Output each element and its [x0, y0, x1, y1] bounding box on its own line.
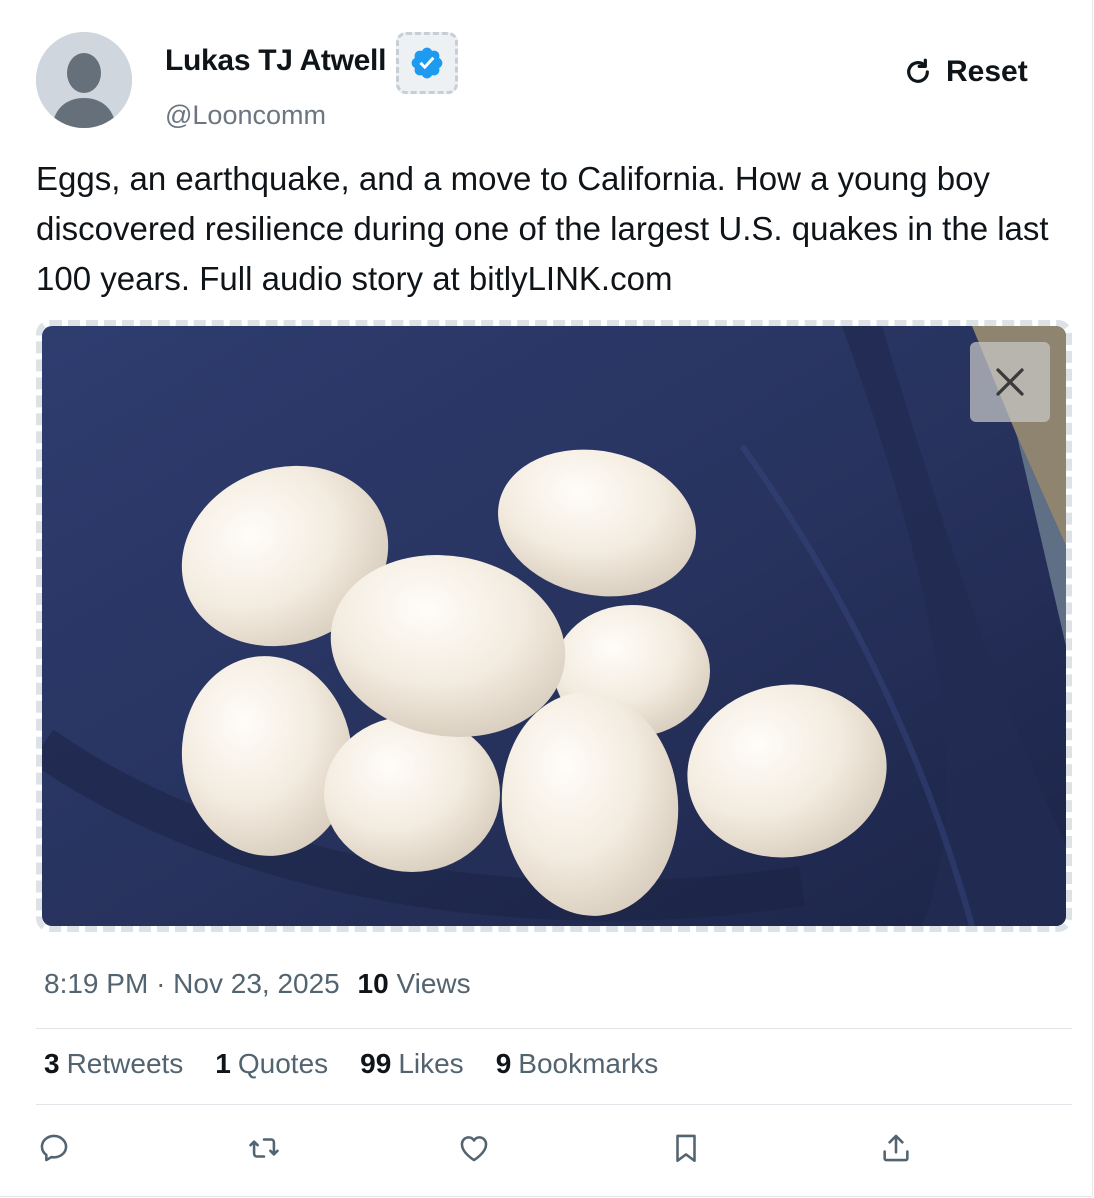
- like-icon: [460, 1136, 488, 1162]
- stat-count: 9: [495, 1048, 512, 1079]
- stat-label: Likes: [398, 1048, 464, 1079]
- like-button[interactable]: [452, 1126, 496, 1170]
- tweet-date[interactable]: Nov 23, 2025: [173, 968, 340, 999]
- tweet-meta: 8:19 PM · Nov 23, 2025 10 Views: [44, 968, 471, 1000]
- stat-count: 1: [215, 1048, 231, 1079]
- reset-label: Reset: [946, 55, 1028, 88]
- share-icon: [883, 1134, 909, 1162]
- reply-icon: [40, 1134, 68, 1162]
- remove-media-button[interactable]: [970, 342, 1050, 422]
- stat-bookmarks[interactable]: 9 Bookmarks: [496, 1048, 659, 1080]
- reply-button[interactable]: [32, 1126, 76, 1170]
- divider: [36, 1028, 1072, 1029]
- retweet-icon: [249, 1138, 279, 1158]
- stat-likes[interactable]: 99 Likes: [360, 1048, 464, 1080]
- verified-check-icon: [411, 47, 443, 79]
- tweet-card: Lukas TJ Atwell @Looncomm Reset Eggs, an…: [0, 0, 1093, 1197]
- retweet-button[interactable]: [242, 1126, 286, 1170]
- tweet-text: Eggs, an earthquake, and a move to Calif…: [36, 160, 1049, 297]
- stat-label: Retweets: [66, 1048, 184, 1079]
- reset-button[interactable]: Reset: [902, 52, 1028, 92]
- stat-label: Bookmarks: [518, 1048, 659, 1079]
- stat-retweets[interactable]: 3 Retweets: [44, 1048, 183, 1080]
- close-icon: [996, 368, 1024, 396]
- avatar[interactable]: [36, 32, 132, 128]
- stat-label: Quotes: [237, 1048, 329, 1079]
- stat-count: 3: [44, 1048, 60, 1079]
- eggs-photo: [42, 326, 1066, 926]
- author-name[interactable]: Lukas TJ Atwell: [165, 44, 386, 78]
- refresh-icon: [907, 58, 929, 83]
- tweet-image[interactable]: [42, 326, 1066, 926]
- default-avatar-icon: [36, 32, 132, 128]
- divider: [36, 1104, 1072, 1105]
- views-count: 10: [357, 968, 389, 999]
- share-button[interactable]: [874, 1126, 918, 1170]
- meta-separator: ·: [156, 968, 166, 999]
- action-bar: [0, 1126, 1094, 1170]
- engagement-stats: 3 Retweets 1 Quotes 99 Likes 9 Bookmarks: [44, 1048, 690, 1080]
- views-label: Views: [396, 968, 471, 999]
- bookmark-button[interactable]: [664, 1126, 708, 1170]
- stat-count: 99: [360, 1048, 392, 1079]
- bookmark-icon: [676, 1134, 696, 1163]
- tweet-time[interactable]: 8:19 PM: [44, 968, 148, 999]
- verified-badge: [396, 32, 458, 94]
- stat-quotes[interactable]: 1 Quotes: [215, 1048, 328, 1080]
- author-handle[interactable]: @Looncomm: [165, 100, 326, 131]
